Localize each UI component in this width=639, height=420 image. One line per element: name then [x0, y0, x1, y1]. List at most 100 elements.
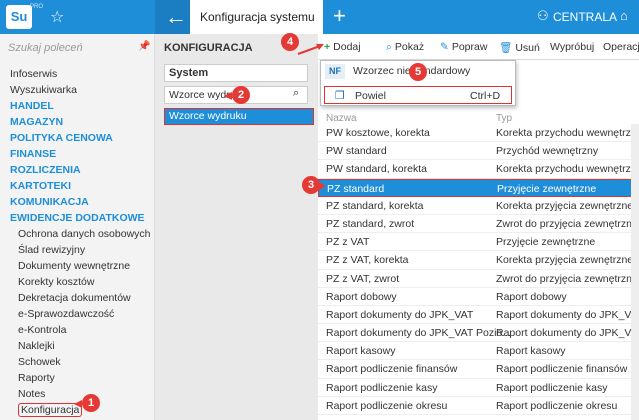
- table-row[interactable]: PW standard Przychód wewnętrzny: [318, 142, 639, 161]
- sidebar-item[interactable]: Wyszukiwarka: [0, 82, 155, 98]
- operations-button[interactable]: Operacje: [603, 41, 639, 53]
- config-tree-item-selected[interactable]: Wzorce wydruku: [164, 108, 314, 125]
- cell-type: Przyjęcie zewnętrzne: [497, 182, 597, 195]
- back-arrow-icon[interactable]: ←: [165, 4, 187, 30]
- command-search-input[interactable]: Szukaj poleceń: [8, 42, 83, 54]
- cell-type: Korekta przychodu wewnętrznego: [496, 163, 639, 176]
- vertical-scrollbar[interactable]: [631, 124, 639, 420]
- sidebar-item[interactable]: Raporty: [0, 370, 155, 386]
- cell-type: Korekta przyjęcia zewnętrznego: [496, 254, 639, 267]
- pencil-icon: ✎: [440, 41, 449, 53]
- sidebar-item-label: Dokumenty wewnętrzne: [18, 260, 131, 272]
- table-row[interactable]: PZ z VAT, zwrot Zwrot do przyjęcia zewnęt…: [318, 270, 639, 288]
- table-row[interactable]: PW standard, korekta Korekta przychodu we…: [318, 160, 639, 179]
- cell-name: PW kosztowe, korekta: [326, 127, 430, 139]
- sidebar-item[interactable]: Korekty kosztów: [0, 274, 155, 290]
- branch-network-icon[interactable]: ⚇: [537, 8, 549, 24]
- column-header-name[interactable]: Nazwa: [326, 113, 357, 124]
- duplicate-label: Powiel: [355, 90, 386, 102]
- table-row[interactable]: PW kosztowe, korekta Korekta przychodu we…: [318, 124, 639, 143]
- sidebar-item[interactable]: e-Kontrola: [0, 322, 155, 338]
- edit-label: Popraw: [451, 41, 488, 53]
- callout-badge: 5: [409, 63, 427, 81]
- sidebar-item[interactable]: Schowek: [0, 354, 155, 370]
- table-row[interactable]: PZ z VAT Przyjęcie zewnętrzne: [318, 233, 639, 252]
- table-row[interactable]: Raport kasowy Raport kasowy: [318, 342, 639, 361]
- sidebar-item[interactable]: HANDEL: [0, 98, 155, 114]
- copy-icon: ❐: [335, 90, 345, 102]
- cell-type: Raport kasowy: [496, 345, 566, 358]
- table-row[interactable]: Raport dokumenty do JPK_VAT Pozio... Rapo…: [318, 324, 639, 343]
- show-label: Pokaż: [394, 41, 425, 53]
- table-row[interactable]: Raport dokumenty do JPK_VAT Raport dokume…: [318, 306, 639, 325]
- sidebar-item[interactable]: Dekretacja dokumentów: [0, 290, 155, 306]
- cell-type: Raport dobowy: [496, 290, 567, 303]
- sidebar-item[interactable]: KOMUNIKACJA: [0, 194, 155, 210]
- sidebar-item[interactable]: POLITYKA CENOWA: [0, 130, 155, 146]
- cell-type: Raport podliczenie finansów: [496, 363, 628, 376]
- trash-icon: 🗑: [499, 42, 513, 54]
- active-tab-label: Konfiguracja systemu: [200, 10, 315, 24]
- cell-name: Raport dokumenty do JPK_VAT Pozio...: [326, 327, 512, 340]
- table-row[interactable]: PZ z VAT, korekta Korekta przyjęcia zewnę…: [318, 251, 639, 270]
- sidebar-item[interactable]: Infoserwis: [0, 66, 155, 82]
- pin-icon[interactable]: 📌: [138, 41, 150, 52]
- new-tab-plus-icon[interactable]: +: [333, 3, 346, 29]
- sidebar-item[interactable]: e-Sprawozdawczość: [0, 306, 155, 322]
- branch-name[interactable]: CENTRALA: [553, 10, 617, 24]
- sidebar-item[interactable]: ROZLICZENIA: [0, 162, 155, 178]
- sidebar-item-label: Naklejki: [18, 340, 55, 352]
- sidebar-item[interactable]: Dokumenty wewnętrzne: [0, 258, 155, 274]
- sidebar-item-label: Raporty: [18, 372, 55, 384]
- table-row[interactable]: Raport podliczenie kasy Raport podliczeni…: [318, 379, 639, 397]
- sidebar-item[interactable]: FINANSE: [0, 146, 155, 162]
- show-button[interactable]: ⌕ Pokaż: [386, 41, 424, 54]
- sidebar-item[interactable]: Ochrona danych osobowych: [0, 226, 155, 242]
- app-logo[interactable]: Su: [6, 5, 32, 29]
- sidebar-item-label: ROZLICZENIA: [10, 164, 81, 176]
- cell-name: Raport kasowy: [326, 345, 396, 358]
- delete-button[interactable]: 🗑 Usuń: [499, 41, 540, 54]
- menu-item-duplicate[interactable]: ❐ Powiel Ctrl+D: [324, 86, 512, 104]
- table-row[interactable]: Raport podliczenie okresu Raport podlicze…: [318, 397, 639, 415]
- sidebar-item-label: KOMUNIKACJA: [10, 196, 89, 208]
- sidebar-item[interactable]: MAGAZYN: [0, 114, 155, 130]
- edit-button[interactable]: ✎ Popraw: [440, 41, 487, 53]
- duplicate-shortcut: Ctrl+D: [470, 90, 501, 102]
- sidebar-item-label: MAGAZYN: [10, 116, 64, 128]
- callout-badge: 2: [232, 86, 250, 104]
- sidebar-item[interactable]: EWIDENCJE DODATKOWE: [0, 210, 155, 226]
- table-header: Nazwa Typ: [318, 111, 639, 125]
- config-scope-select[interactable]: System: [164, 64, 308, 82]
- table-row[interactable]: PZ standard, korekta Korekta przyjęcia ze…: [318, 197, 639, 215]
- callout-badge: 4: [281, 33, 299, 51]
- cell-name: PZ standard, korekta: [326, 199, 424, 212]
- sidebar-item[interactable]: KARTOTEKI: [0, 178, 155, 194]
- sidebar-item-label: Ochrona danych osobowych: [18, 228, 151, 240]
- cell-name: PZ z VAT, zwrot: [326, 272, 400, 285]
- cell-name: Raport dokumenty do JPK_VAT: [326, 308, 474, 321]
- favorites-star-icon[interactable]: ☆: [50, 7, 64, 27]
- table-row[interactable]: Raport dobowy Raport dobowy: [318, 288, 639, 306]
- callout-badge: 1: [82, 394, 100, 412]
- table-row[interactable]: PZ standard Przyjęcie zewnętrzne: [318, 178, 639, 197]
- table-row[interactable]: PZ standard, zwrot Zwrot do przyjęcia zew…: [318, 215, 639, 234]
- cell-type: Przychód wewnętrzny: [496, 145, 599, 158]
- sidebar-item[interactable]: Naklejki: [0, 338, 155, 354]
- sidebar-item[interactable]: Ślad rewizyjny: [0, 242, 155, 258]
- cell-name: Raport dobowy: [326, 290, 397, 303]
- cell-name: Raport podliczenie finansów: [326, 363, 458, 376]
- sidebar-nav: Infoserwis Wyszukiwarka HANDEL MAGAZYN POLIT…: [0, 66, 155, 418]
- column-header-type[interactable]: Typ: [496, 113, 512, 124]
- logo-pro-label: PRO: [30, 4, 44, 10]
- sidebar-item-label: FINANSE: [10, 148, 57, 160]
- cell-type: Raport dokumenty do JPK_VAT: [496, 308, 639, 321]
- company-icon[interactable]: ⌂: [620, 8, 628, 23]
- sidebar-item-label: Korekty kosztów: [18, 276, 95, 288]
- sidebar-item-label: KARTOTEKI: [10, 180, 72, 192]
- sidebar-item-label: Dekretacja dokumentów: [18, 292, 131, 304]
- test-button[interactable]: Wypróbuj: [550, 41, 594, 53]
- search-icon[interactable]: ⌕: [293, 87, 299, 100]
- table-row[interactable]: Raport podliczenie finansów Raport podlic…: [318, 360, 639, 379]
- delete-label: Usuń: [515, 42, 540, 54]
